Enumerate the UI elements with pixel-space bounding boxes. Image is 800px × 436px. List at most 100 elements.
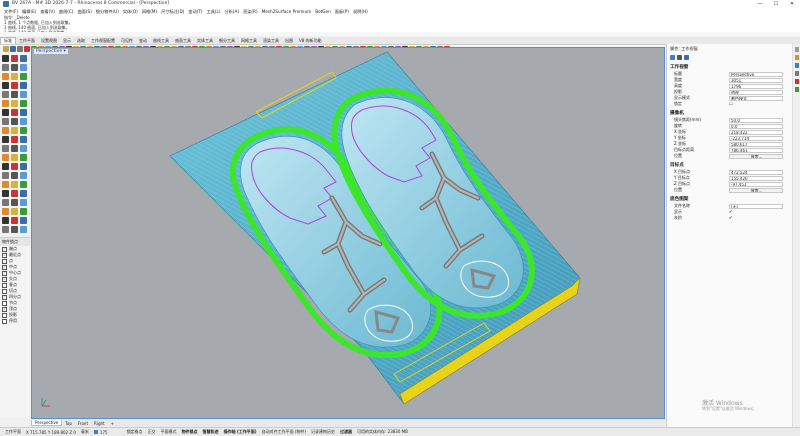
viewport-model[interactable] (32, 48, 665, 419)
osnap-checkbox[interactable] (2, 318, 7, 324)
left-tool-icon[interactable] (2, 208, 9, 215)
left-tool-icon[interactable] (20, 199, 27, 206)
osnap-checkbox[interactable]: ✓ (2, 246, 7, 252)
left-tool-icon[interactable] (11, 154, 18, 161)
left-tool-icon[interactable] (20, 226, 27, 233)
status-toggle[interactable]: 正交 (148, 429, 156, 435)
status-toggle[interactable]: 锁定格点 (127, 429, 143, 435)
toolbar-tab[interactable]: 实体工具 (194, 38, 216, 44)
osnap-checkbox[interactable] (2, 312, 7, 318)
menu-item[interactable]: 查看(V) (40, 9, 55, 15)
minimize-button[interactable]: — (752, 0, 768, 8)
viewport-tab[interactable]: Front (75, 421, 91, 426)
left-tool-icon[interactable] (11, 199, 18, 206)
left-tool-icon[interactable] (2, 118, 9, 125)
left-tool-icon[interactable] (20, 208, 27, 215)
property-value[interactable]: -97.451 (729, 181, 783, 187)
left-tool-icon[interactable] (20, 154, 27, 161)
property-value[interactable]: 透视 (729, 89, 783, 95)
left-tool-icon[interactable] (11, 208, 18, 215)
left-tool-icon[interactable] (11, 127, 18, 134)
menu-item[interactable]: 说明(H) (353, 9, 368, 15)
toolbar-tab[interactable]: 可见性 (118, 38, 136, 44)
viewport-tab[interactable]: + (108, 421, 117, 426)
toolbar-tool-icon[interactable] (17, 46, 23, 52)
camera-icon[interactable] (677, 55, 682, 60)
left-tool-icon[interactable] (20, 190, 27, 197)
status-toggle[interactable]: 自动对齐工作平面 (物件) (262, 429, 306, 435)
status-toggle[interactable]: 智慧轨迹 (203, 429, 219, 435)
property-value[interactable]: 50.0 (729, 117, 783, 123)
property-value[interactable]: 3051 (729, 77, 783, 83)
left-tool-icon[interactable] (2, 82, 9, 89)
property-value[interactable]: 着色模式 (729, 95, 783, 101)
left-tool-icon[interactable] (2, 100, 9, 107)
left-tool-icon[interactable] (20, 118, 27, 125)
menu-item[interactable]: 网格(M) (142, 9, 157, 15)
left-tool-icon[interactable] (20, 64, 27, 71)
left-tool-icon[interactable] (20, 100, 27, 107)
menu-item[interactable]: 曲面(S) (77, 9, 91, 15)
close-button[interactable]: ✕ (784, 0, 800, 8)
toolbar-tab[interactable]: 细分工具 (216, 38, 238, 44)
left-tool-icon[interactable] (2, 136, 9, 143)
toolbar-tab[interactable]: 工作平面 (16, 38, 38, 44)
left-tool-icon[interactable] (2, 109, 9, 116)
perspective-viewport[interactable]: Perspective ▾ (31, 47, 665, 419)
left-tool-icon[interactable] (11, 136, 18, 143)
toolbar-tab[interactable]: 选取 (74, 38, 88, 44)
toolbar-tool-icon[interactable] (3, 46, 9, 52)
left-tool-icon[interactable] (11, 100, 18, 107)
viewport-tab[interactable]: Perspective (31, 420, 63, 426)
property-value[interactable]: -223.714 (729, 135, 783, 141)
left-tool-icon[interactable] (2, 127, 9, 134)
left-tool-icon[interactable] (20, 91, 27, 98)
property-value[interactable]: 155.420 (729, 175, 783, 181)
left-tool-icon[interactable] (11, 226, 18, 233)
left-tool-icon[interactable] (11, 82, 18, 89)
property-value[interactable]: 786.461 (729, 147, 783, 153)
menu-item[interactable]: 实体(O) (123, 9, 138, 15)
viewport-tab[interactable]: Right (91, 421, 108, 426)
osnap-checkbox[interactable] (2, 288, 7, 294)
left-tool-icon[interactable] (11, 145, 18, 152)
left-tool-icon[interactable] (20, 145, 27, 152)
osnap-option[interactable]: 停用 (0, 318, 30, 324)
viewport-tab[interactable]: Top (62, 421, 75, 426)
left-tool-icon[interactable] (20, 82, 27, 89)
link-icon[interactable] (684, 55, 689, 60)
left-tool-icon[interactable] (2, 199, 9, 206)
menu-item[interactable]: 编辑(E) (22, 9, 36, 15)
toolbar-tab[interactable]: 变动 (136, 38, 150, 44)
osnap-checkbox[interactable]: ✓ (2, 306, 7, 312)
left-tool-icon[interactable] (2, 91, 9, 98)
left-tool-icon[interactable] (2, 145, 9, 152)
status-toggle[interactable]: 平面模式 (161, 429, 177, 435)
left-tool-icon[interactable] (2, 64, 9, 71)
left-tool-icon[interactable] (20, 127, 27, 134)
status-layer[interactable]: 175 (93, 430, 108, 435)
left-tool-icon[interactable] (20, 55, 27, 62)
left-tool-icon[interactable] (20, 163, 27, 170)
left-tool-icon[interactable] (20, 73, 27, 80)
property-value[interactable]: 1796 (729, 83, 783, 89)
toolbar-tab[interactable]: 工作视窗配置 (88, 38, 118, 44)
status-toggle[interactable]: 物件锁点 (182, 429, 198, 435)
property-checkbox[interactable]: ✔ (729, 210, 733, 214)
toolbar-tab[interactable]: 标准 (0, 37, 16, 44)
left-tool-icon[interactable] (2, 217, 9, 224)
place-button[interactable]: 放置... (729, 187, 783, 193)
menu-item[interactable]: 细分物件(U) (96, 9, 119, 15)
left-tool-icon[interactable] (11, 172, 18, 179)
osnap-checkbox[interactable] (2, 300, 7, 306)
menu-item[interactable]: 尺寸标注(D) (161, 9, 184, 15)
viewport-properties-icon[interactable] (670, 55, 675, 60)
left-tool-icon[interactable] (20, 136, 27, 143)
toolbar-tab[interactable]: 渲染工具 (260, 38, 282, 44)
left-tool-icon[interactable] (2, 226, 9, 233)
toolbar-tab[interactable]: 设置视图 (38, 38, 60, 44)
maximize-button[interactable]: ☐ (768, 0, 784, 8)
left-tool-icon[interactable] (2, 172, 9, 179)
toolbar-tab[interactable]: 显示 (60, 38, 74, 44)
left-tool-icon[interactable] (11, 91, 18, 98)
